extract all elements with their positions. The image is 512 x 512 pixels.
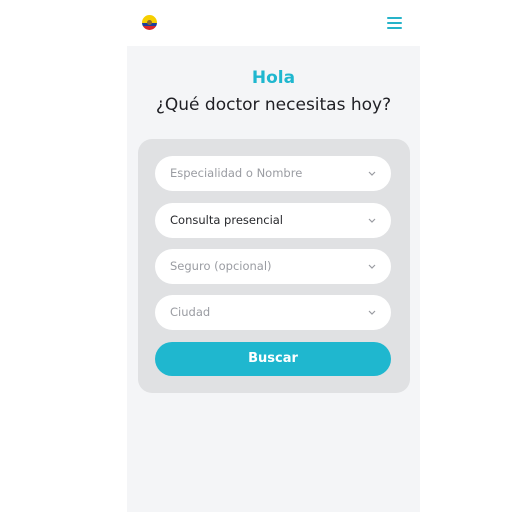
specialty-placeholder: Especialidad o Nombre xyxy=(170,166,303,180)
ecuador-flag-icon[interactable] xyxy=(142,15,157,30)
consultation-type-select[interactable]: Consulta presencial xyxy=(155,203,391,238)
insurance-placeholder: Seguro (opcional) xyxy=(170,259,272,273)
chevron-down-icon xyxy=(368,171,376,176)
search-button[interactable]: Buscar xyxy=(155,342,391,376)
chevron-down-icon xyxy=(368,264,376,269)
insurance-select[interactable]: Seguro (opcional) xyxy=(155,249,391,284)
search-card: Especialidad o Nombre Consulta presencia… xyxy=(138,139,410,393)
hamburger-menu-icon[interactable] xyxy=(384,14,406,32)
specialty-select[interactable]: Especialidad o Nombre xyxy=(155,156,391,191)
consultation-type-value: Consulta presencial xyxy=(170,213,284,227)
chevron-down-icon xyxy=(368,310,376,315)
mobile-viewport: Hola ¿Qué doctor necesitas hoy? Especial… xyxy=(127,0,420,512)
city-placeholder: Ciudad xyxy=(170,305,211,319)
greeting-text: Hola xyxy=(251,68,296,88)
chevron-down-icon xyxy=(368,218,376,223)
top-navbar xyxy=(127,0,420,46)
page-title: ¿Qué doctor necesitas hoy? xyxy=(155,95,392,115)
city-select[interactable]: Ciudad xyxy=(155,295,391,330)
